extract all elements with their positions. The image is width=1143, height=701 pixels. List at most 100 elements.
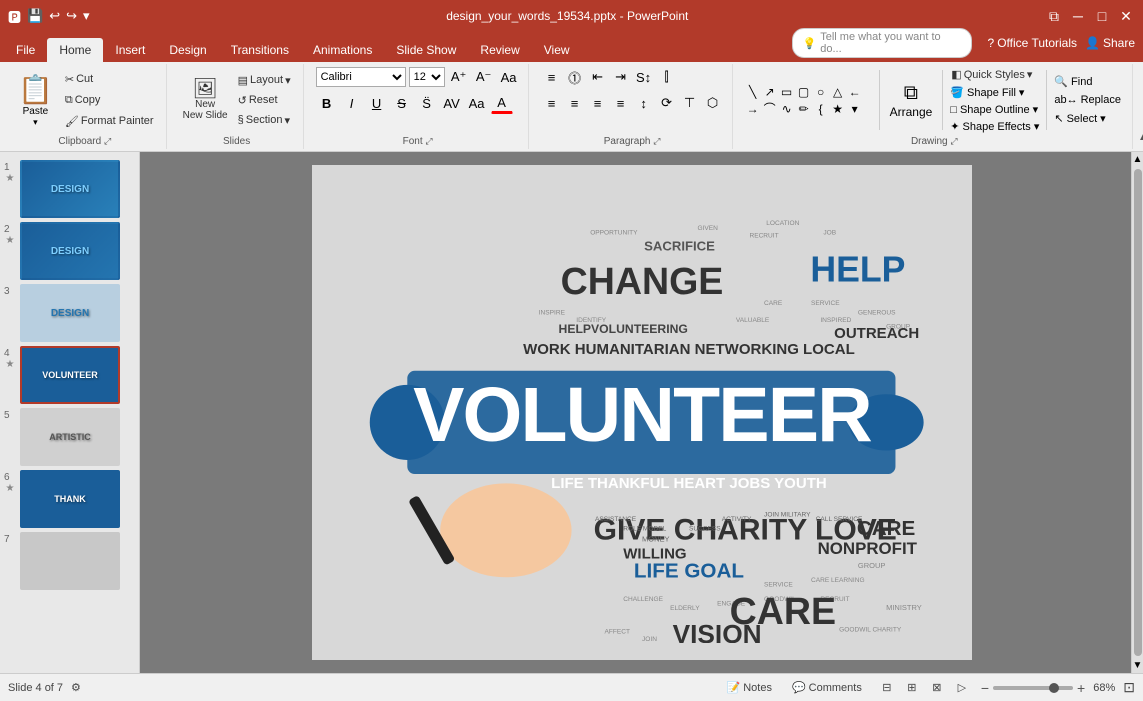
zoom-slider-thumb[interactable] [1049, 683, 1059, 693]
redo-icon[interactable]: ↪ [66, 8, 77, 24]
tab-file[interactable]: File [4, 38, 47, 62]
restore-icon[interactable]: ⧉ [1045, 7, 1063, 25]
shape-fill-button[interactable]: 🪣 Shape Fill ▾ [947, 85, 1027, 100]
slide-thumb-3[interactable]: DESIGN [20, 284, 120, 342]
layout-button[interactable]: ▤ Layout ▾ [234, 72, 295, 89]
shape-more[interactable]: ▾ [847, 101, 863, 117]
shape-effects-button[interactable]: ✦ Shape Effects ▾ [947, 119, 1042, 134]
slide-thumb-7[interactable] [20, 532, 120, 590]
tab-view[interactable]: View [532, 38, 582, 62]
shape-curve[interactable]: ∿ [779, 101, 795, 117]
slide-item-7[interactable]: 7 ★ [4, 532, 135, 590]
scroll-up-button[interactable]: ▲ [1131, 152, 1143, 167]
vertical-scrollbar[interactable]: ▲ ▼ [1131, 152, 1143, 673]
tab-insert[interactable]: Insert [103, 38, 157, 62]
shape-outline-button[interactable]: □ Shape Outline ▾ [947, 102, 1041, 117]
font-name-select[interactable]: Calibri [316, 67, 406, 87]
smart-art-button[interactable]: S↕ [633, 66, 655, 88]
save-icon[interactable]: 💾 [27, 8, 43, 24]
slide-thumb-1[interactable]: DESIGN [20, 160, 120, 218]
reset-button[interactable]: ↺ Reset [234, 92, 295, 109]
maximize-button[interactable]: □ [1093, 7, 1111, 25]
shape-left-arrow[interactable]: ← [847, 84, 863, 100]
shape-connector[interactable]: ⌒ [762, 101, 778, 117]
align-right-button[interactable]: ≡ [587, 92, 609, 114]
shape-star[interactable]: ★ [830, 101, 846, 117]
bold-button[interactable]: B [316, 92, 338, 114]
shape-rounded-rect[interactable]: ▢ [796, 84, 812, 100]
tab-transitions[interactable]: Transitions [219, 38, 301, 62]
slide-thumb-2[interactable]: DESIGN [20, 222, 120, 280]
slide-thumb-5[interactable]: ARTISTIC [20, 408, 120, 466]
comments-button[interactable]: 💬 Comments [786, 679, 868, 696]
numbering-button[interactable]: ⓵ [564, 66, 586, 88]
shape-brace[interactable]: { [813, 101, 829, 117]
slide-item-3[interactable]: 3 ★ DESIGN [4, 284, 135, 342]
tell-me-input[interactable]: 💡 Tell me what you want to do... [792, 28, 972, 58]
tab-review[interactable]: Review [468, 38, 531, 62]
shape-oval[interactable]: ○ [813, 84, 829, 100]
paragraph-expand-icon[interactable]: ⤢ [653, 136, 660, 146]
drawing-expand-icon[interactable]: ⤢ [950, 136, 957, 146]
share-button[interactable]: 👤 Share [1085, 36, 1135, 50]
close-button[interactable]: ✕ [1117, 7, 1135, 25]
slide-sorter-button[interactable]: ⊞ [901, 679, 923, 697]
shape-right-arrow[interactable]: → [745, 101, 761, 117]
scroll-thumb[interactable] [1134, 169, 1142, 656]
tell-me-placeholder[interactable]: Tell me what you want to do... [820, 31, 960, 55]
line-spacing-button[interactable]: ↕ [633, 92, 655, 114]
shape-triangle[interactable]: △ [830, 84, 846, 100]
slideshow-view-button[interactable]: ▷ [951, 679, 973, 697]
shape-rect[interactable]: ▭ [779, 84, 795, 100]
char-spacing-button[interactable]: AV [441, 92, 463, 114]
bullets-button[interactable]: ≡ [541, 66, 563, 88]
increase-font-button[interactable]: A⁺ [448, 66, 470, 88]
minimize-button[interactable]: ─ [1069, 7, 1087, 25]
slide-item-6[interactable]: 6 ★ THANK [4, 470, 135, 528]
tab-home[interactable]: Home [47, 38, 103, 62]
convert-to-smartart-button[interactable]: ⬡ [702, 92, 724, 114]
zoom-in-button[interactable]: + [1077, 680, 1085, 696]
slide-thumb-4[interactable]: VOLUNTEER [20, 346, 120, 404]
find-button[interactable]: 🔍 Find [1051, 74, 1095, 89]
replace-button[interactable]: ab↔ Replace [1051, 93, 1124, 107]
font-expand-icon[interactable]: ⤢ [425, 136, 432, 146]
underline-button[interactable]: U [366, 92, 388, 114]
paste-dropdown-icon[interactable]: ▾ [33, 117, 38, 128]
slide-item-1[interactable]: 1 ★ DESIGN [4, 160, 135, 218]
clear-format-button[interactable]: Aa [498, 66, 520, 88]
scroll-down-button[interactable]: ▼ [1131, 658, 1143, 673]
select-button[interactable]: ↖ Select ▾ [1051, 111, 1108, 126]
arrange-button[interactable]: ⧉ Arrange [884, 78, 939, 123]
cut-button[interactable]: ✂ Cut [61, 71, 158, 88]
slide-thumb-6[interactable]: THANK [20, 470, 120, 528]
italic-button[interactable]: I [341, 92, 363, 114]
paste-button[interactable]: 📋 Paste ▾ [12, 69, 59, 132]
undo-icon[interactable]: ↩ [49, 8, 60, 24]
copy-button[interactable]: ⧉ Copy [61, 92, 158, 109]
font-color-button[interactable]: A [491, 92, 513, 114]
collapse-ribbon-button[interactable]: ▲ [1133, 127, 1143, 147]
text-direction-button[interactable]: ⟳ [656, 92, 678, 114]
strikethrough-button[interactable]: S [391, 92, 413, 114]
shape-freeform[interactable]: ✏ [796, 101, 812, 117]
decrease-font-button[interactable]: A⁻ [473, 66, 495, 88]
notes-button[interactable]: 📝 Notes [721, 679, 778, 696]
normal-view-button[interactable]: ⊟ [876, 679, 898, 697]
align-left-button[interactable]: ≡ [541, 92, 563, 114]
new-slide-button[interactable]: 🖼 New New Slide [179, 76, 232, 124]
section-button[interactable]: § Section ▾ [234, 112, 295, 129]
quick-styles-button[interactable]: ◧ Quick Styles ▾ [947, 66, 1036, 83]
format-painter-button[interactable]: 🖌 Format Painter [61, 113, 158, 130]
zoom-out-button[interactable]: − [981, 680, 989, 696]
reading-view-button[interactable]: ⊠ [926, 679, 948, 697]
slide-item-2[interactable]: 2 ★ DESIGN [4, 222, 135, 280]
decrease-indent-button[interactable]: ⇤ [587, 66, 609, 88]
shape-line[interactable]: ╲ [745, 84, 761, 100]
align-center-button[interactable]: ≡ [564, 92, 586, 114]
zoom-slider-track[interactable] [993, 686, 1073, 690]
clipboard-expand-icon[interactable]: ⤢ [104, 136, 111, 146]
slide-item-5[interactable]: 5 ★ ARTISTIC [4, 408, 135, 466]
change-case-button[interactable]: Aa [466, 92, 488, 114]
shadow-button[interactable]: S̈ [416, 92, 438, 114]
